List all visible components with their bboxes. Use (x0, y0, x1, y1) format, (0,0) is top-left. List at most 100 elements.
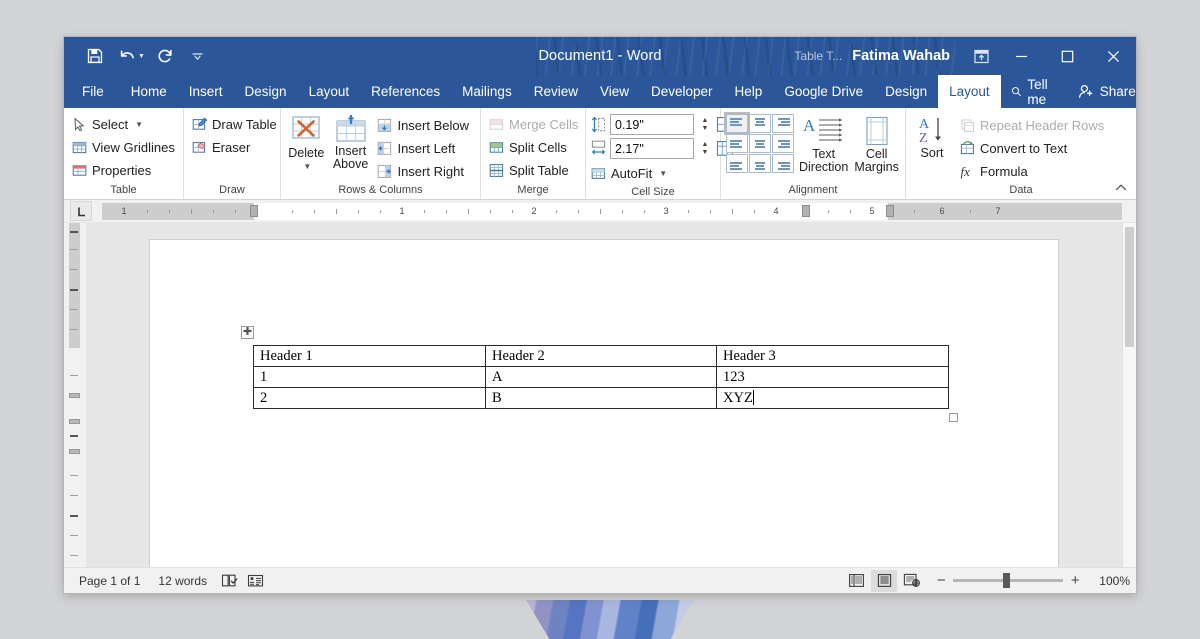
row-height-spinbox[interactable] (610, 114, 694, 135)
tab-layout[interactable]: Layout (298, 75, 361, 108)
word-count[interactable]: 12 words (149, 569, 216, 593)
print-layout-view-button[interactable] (871, 570, 897, 592)
document-table-container[interactable]: ✚ Header 1 Header 2 Header 3 1 A 123 (253, 345, 949, 409)
column-width-spinner-arrows[interactable]: ▲ ▼ (698, 139, 712, 158)
align-top-center-button[interactable] (749, 114, 771, 133)
minimize-button[interactable] (998, 37, 1044, 75)
table-row[interactable]: 1 A 123 (254, 367, 949, 388)
delete-table-button[interactable]: Delete ▼ (286, 113, 327, 175)
close-button[interactable] (1090, 37, 1136, 75)
formula-button[interactable]: fx Formula (957, 160, 1110, 182)
row-height-decrease[interactable]: ▼ (698, 125, 712, 133)
table-properties-button[interactable]: Properties (69, 159, 181, 181)
eraser-button[interactable]: Eraser (189, 136, 283, 158)
align-bottom-left-button[interactable] (726, 154, 748, 173)
document-table[interactable]: Header 1 Header 2 Header 3 1 A 123 2 B (253, 345, 949, 409)
table-row-marker-3[interactable] (69, 449, 80, 454)
row-height-input[interactable] (611, 115, 693, 134)
collapse-ribbon-button[interactable] (1112, 179, 1130, 197)
share-button[interactable]: Share (1068, 75, 1136, 108)
split-table-button[interactable]: Split Table (486, 159, 584, 181)
column-width-increase[interactable]: ▲ (698, 141, 712, 149)
table-cell-r1c2[interactable]: A (486, 367, 717, 388)
column-width-spinbox[interactable] (610, 138, 694, 159)
tab-references[interactable]: References (360, 75, 451, 108)
insert-below-button[interactable]: Insert Below (374, 114, 475, 136)
tab-view[interactable]: View (589, 75, 640, 108)
align-center-button[interactable] (749, 134, 771, 153)
save-button[interactable] (80, 42, 110, 70)
page-indicator[interactable]: Page 1 of 1 (70, 569, 149, 593)
tell-me-button[interactable]: Tell me (1001, 75, 1068, 108)
customize-quick-access-button[interactable] (183, 42, 213, 70)
insert-right-button[interactable]: Insert Right (374, 160, 475, 182)
table-row-marker-2[interactable] (69, 419, 80, 424)
horizontal-ruler[interactable]: 1 1 2 3 4 5 6 7 (102, 203, 1122, 220)
autofit-dropdown-arrow[interactable]: ▼ (659, 169, 667, 178)
view-gridlines-button[interactable]: View Gridlines (69, 136, 181, 158)
proofing-status-button[interactable] (216, 570, 242, 592)
tab-google-drive[interactable]: Google Drive (773, 75, 874, 108)
maximize-button[interactable] (1044, 37, 1090, 75)
table-row[interactable]: 2 B XYZ (254, 388, 949, 409)
zoom-slider-thumb[interactable] (1003, 573, 1010, 588)
column-width-decrease[interactable]: ▼ (698, 149, 712, 157)
web-layout-view-button[interactable] (899, 570, 925, 592)
tab-file[interactable]: File (64, 75, 120, 108)
page-scroll-area[interactable]: ✚ Header 1 Header 2 Header 3 1 A 123 (86, 223, 1122, 567)
sort-button[interactable]: A Z Sort (911, 113, 953, 162)
read-mode-view-button[interactable] (843, 570, 869, 592)
select-dropdown-arrow[interactable]: ▼ (135, 120, 143, 129)
align-bottom-center-button[interactable] (749, 154, 771, 173)
account-user-name[interactable]: Fatima Wahab (852, 48, 964, 64)
table-row-marker-1[interactable] (69, 393, 80, 398)
align-bottom-right-button[interactable] (772, 154, 794, 173)
column-marker-a[interactable] (802, 205, 810, 217)
select-button[interactable]: Select ▼ (69, 113, 181, 135)
convert-to-text-button[interactable]: Convert to Text (957, 137, 1110, 159)
tab-developer[interactable]: Developer (640, 75, 724, 108)
redo-button[interactable] (151, 42, 181, 70)
tab-stop-selector-button[interactable] (70, 201, 92, 221)
table-cell-r1c3[interactable]: 123 (717, 367, 949, 388)
align-center-right-button[interactable] (772, 134, 794, 153)
table-resize-handle-icon[interactable] (949, 413, 958, 422)
align-top-left-button[interactable] (726, 114, 748, 133)
zoom-slider-track[interactable] (953, 579, 1063, 582)
zoom-out-button[interactable]: − (935, 575, 947, 587)
align-center-left-button[interactable] (726, 134, 748, 153)
row-height-spinner-arrows[interactable]: ▲ ▼ (698, 115, 712, 134)
insert-left-button[interactable]: Insert Left (374, 137, 475, 159)
table-row[interactable]: Header 1 Header 2 Header 3 (254, 346, 949, 367)
table-cell-r1c1[interactable]: 1 (254, 367, 486, 388)
table-move-handle-icon[interactable]: ✚ (241, 326, 254, 339)
tab-mailings[interactable]: Mailings (451, 75, 523, 108)
left-indent-marker[interactable] (250, 205, 258, 217)
tab-insert[interactable]: Insert (178, 75, 234, 108)
row-height-increase[interactable]: ▲ (698, 117, 712, 125)
text-direction-button[interactable]: A Text Direction (799, 114, 848, 176)
tab-table-design[interactable]: Design (874, 75, 938, 108)
table-cell-header-2[interactable]: Header 2 (486, 346, 717, 367)
draw-table-button[interactable]: Draw Table (189, 113, 283, 135)
tab-table-layout[interactable]: Layout (938, 75, 1001, 108)
tab-design[interactable]: Design (234, 75, 298, 108)
vertical-scrollbar[interactable] (1122, 223, 1136, 567)
zoom-in-button[interactable]: + (1069, 575, 1081, 587)
vertical-ruler[interactable] (64, 223, 86, 567)
autofit-button[interactable]: AutoFit ▼ (591, 162, 734, 184)
table-cell-header-3[interactable]: Header 3 (717, 346, 949, 367)
undo-dropdown-arrow[interactable]: ▼ (138, 53, 149, 60)
ribbon-display-options-button[interactable] (964, 42, 998, 70)
table-cell-r2c2[interactable]: B (486, 388, 717, 409)
delete-dropdown-arrow[interactable]: ▼ (303, 160, 311, 173)
document-page[interactable]: ✚ Header 1 Header 2 Header 3 1 A 123 (150, 240, 1058, 567)
tab-help[interactable]: Help (724, 75, 774, 108)
zoom-level-label[interactable]: 100% (1091, 574, 1130, 588)
table-cell-r2c3[interactable]: XYZ (717, 388, 949, 409)
align-top-right-button[interactable] (772, 114, 794, 133)
column-width-input[interactable] (611, 139, 693, 158)
insert-above-button[interactable]: Insert Above (329, 113, 373, 173)
tab-review[interactable]: Review (523, 75, 589, 108)
accessibility-checker-button[interactable] (242, 570, 268, 592)
